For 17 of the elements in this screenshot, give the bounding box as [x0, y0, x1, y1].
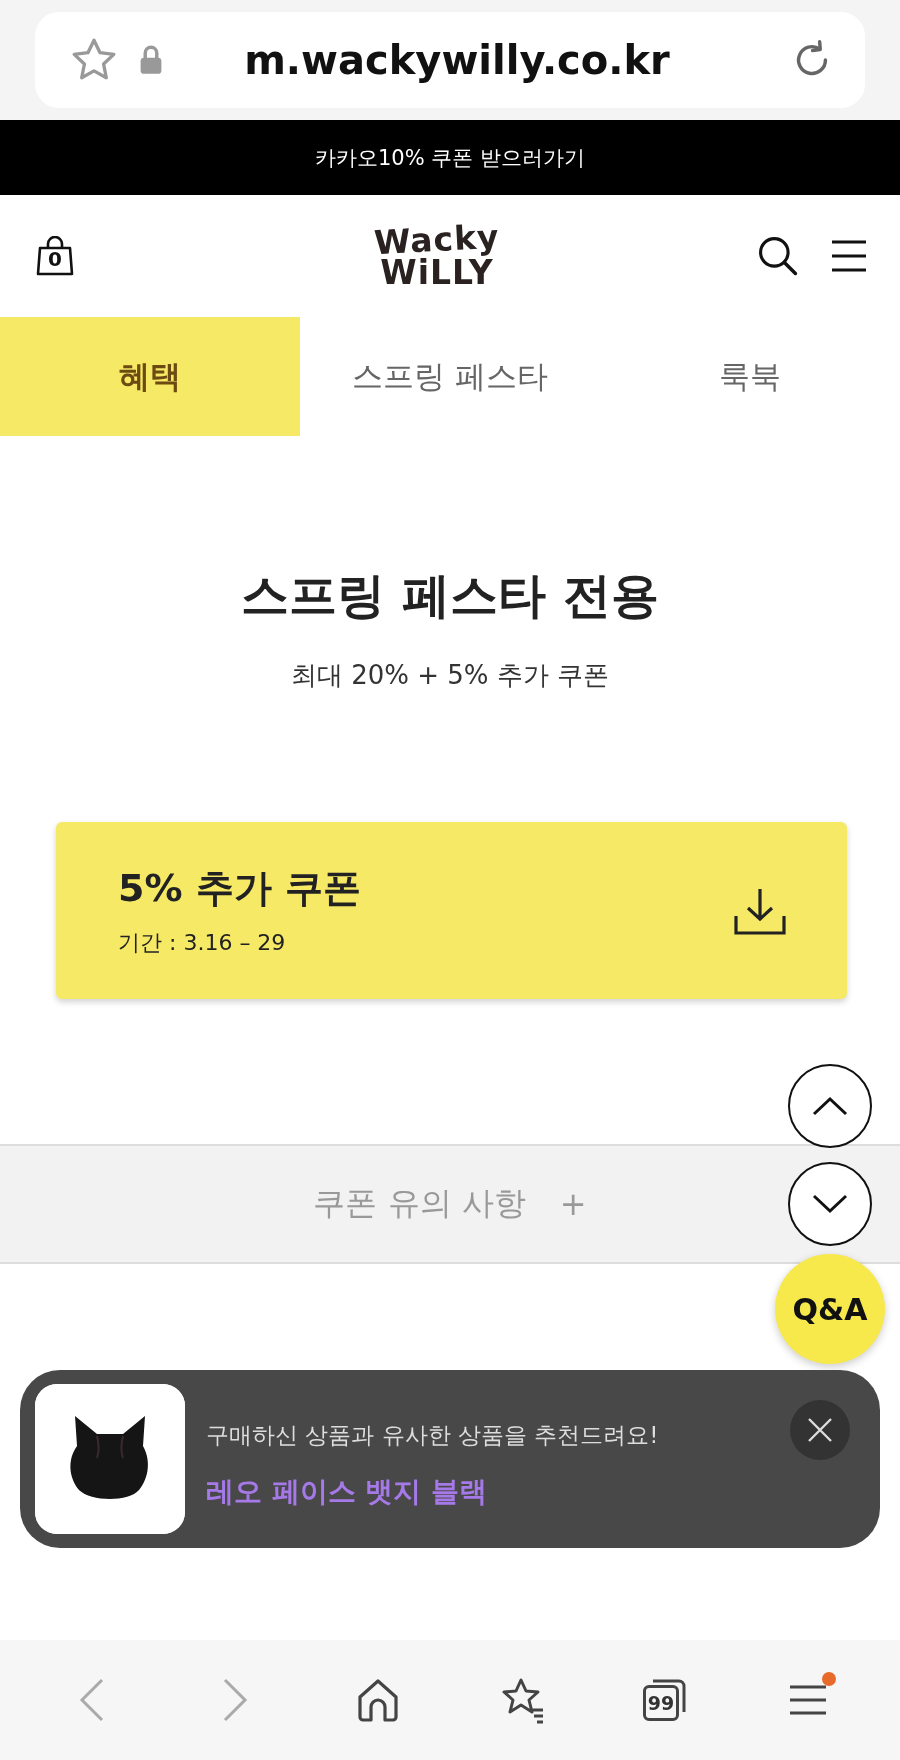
category-tab[interactable]: 룩북	[600, 317, 900, 436]
menu-icon	[788, 1683, 829, 1717]
category-tab[interactable]: 스프링 페스타	[300, 317, 600, 436]
qa-button[interactable]: Q&A	[775, 1254, 885, 1364]
promo-link[interactable]: 카카오10% 쿠폰 받으러가기	[315, 143, 585, 172]
section-title: 스프링 페스타 전용	[241, 566, 659, 625]
section-subtitle: 최대 20% + 5% 추가 쿠폰	[290, 659, 610, 692]
close-icon	[807, 1417, 833, 1443]
search-icon[interactable]	[756, 234, 800, 278]
home-icon[interactable]	[356, 1677, 401, 1723]
menu-icon[interactable]	[830, 239, 868, 273]
brand-logo[interactable]: Wacky WiLLY	[118, 223, 756, 289]
coupon-download-button[interactable]: 5% 추가 쿠폰 기간 : 3.16 – 29	[56, 822, 847, 999]
toast-message: 구매하신 상품과 유사한 상품을 추천드려요!	[206, 1421, 660, 1450]
chevron-down-icon	[811, 1193, 849, 1215]
category-tab[interactable]: 혜택	[0, 317, 300, 436]
chevron-up-icon	[811, 1095, 849, 1117]
